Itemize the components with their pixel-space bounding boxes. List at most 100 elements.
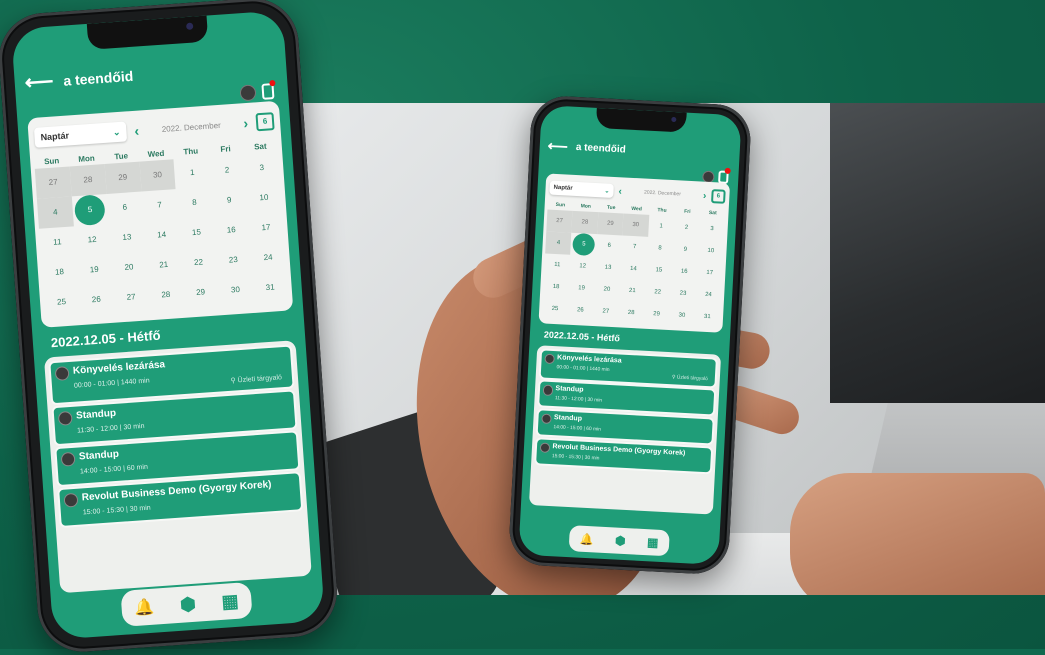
back-arrow-icon[interactable]: ⟵ [24, 68, 54, 95]
day-of-week-label: Mon [77, 153, 95, 164]
calendar-day[interactable]: 6 [106, 192, 143, 224]
calendar-day[interactable]: 27 [113, 281, 150, 313]
calendar-day[interactable]: 4 [545, 231, 572, 255]
bottom-nav: 🔔 ⬢ ▦ [120, 581, 253, 627]
calendar-day[interactable]: 30 [669, 304, 696, 327]
next-month-icon[interactable]: › [703, 190, 707, 201]
calendar-day[interactable]: 23 [215, 244, 252, 276]
calendar-day[interactable]: 30 [217, 274, 254, 306]
calendar-day[interactable]: 22 [180, 247, 217, 279]
prev-month-icon[interactable]: ‹ [618, 186, 622, 197]
calendar-day[interactable]: 18 [543, 275, 570, 298]
calendar-day[interactable]: 24 [250, 242, 287, 274]
calendar-day[interactable]: 11 [544, 253, 571, 276]
calendar-day[interactable]: 19 [76, 254, 113, 286]
calendar-day[interactable]: 16 [671, 260, 698, 283]
calendar-day[interactable]: 21 [619, 279, 646, 302]
calendar-day[interactable]: 16 [213, 214, 250, 246]
bell-icon[interactable]: 🔔 [580, 532, 594, 546]
calendar-day[interactable]: 23 [670, 282, 697, 305]
calendar-grid: 27 28 29 30 1 2 3 4 5 6 7 8 9 10 11 12 13 14 15 16 17 18 19 20 2… [539, 209, 729, 328]
calendar-day[interactable]: 17 [248, 212, 285, 244]
view-select[interactable]: Naptár ⌄ [33, 121, 128, 148]
calendar-day[interactable]: 29 [104, 161, 142, 194]
calendar-day[interactable]: 28 [618, 301, 645, 324]
calendar-day[interactable]: 14 [143, 219, 180, 251]
calendar-day[interactable]: 9 [672, 238, 699, 261]
notification-icon[interactable] [261, 83, 275, 100]
next-month-icon[interactable]: › [243, 115, 249, 131]
calendar-day[interactable]: 12 [74, 224, 111, 256]
calendar-day[interactable]: 28 [69, 164, 107, 197]
calendar-day[interactable]: 20 [594, 278, 621, 301]
calendar-day[interactable]: 1 [174, 157, 211, 189]
calendar-day[interactable]: 7 [141, 189, 178, 221]
calendar-day[interactable]: 22 [644, 281, 671, 304]
view-select[interactable]: Naptár ⌄ [549, 180, 614, 198]
calendar-day[interactable]: 21 [145, 249, 182, 281]
calendar-day[interactable]: 26 [78, 284, 115, 316]
back-arrow-icon[interactable]: ⟵ [547, 137, 568, 155]
home-icon[interactable]: ⬢ [179, 593, 196, 615]
calendar-day[interactable]: 10 [698, 239, 725, 262]
calendar-day[interactable]: 29 [182, 276, 219, 308]
calendar-day[interactable]: 24 [695, 283, 722, 306]
calendar-day[interactable]: 26 [567, 299, 594, 322]
calendar-day[interactable]: 2 [209, 154, 246, 186]
calendar-day[interactable]: 17 [696, 261, 723, 284]
calendar-day[interactable]: 5 [572, 232, 596, 257]
calendar-icon[interactable]: 6 [711, 189, 726, 204]
calendar-day[interactable]: 28 [571, 210, 599, 235]
calendar-day[interactable]: 15 [646, 259, 673, 282]
calendar-icon[interactable]: 6 [255, 112, 275, 132]
calendar-day[interactable]: 8 [647, 237, 674, 260]
calendar-day[interactable]: 11 [39, 226, 76, 258]
day-of-week-label: Tue [114, 151, 129, 162]
calendar-day[interactable]: 30 [622, 213, 650, 237]
notch [86, 15, 209, 50]
calendar-day[interactable]: 7 [621, 235, 648, 258]
top-icons [239, 83, 275, 102]
calendar-day[interactable]: 8 [176, 187, 213, 219]
prev-month-icon[interactable]: ‹ [134, 123, 140, 139]
calendar-day[interactable]: 31 [252, 272, 289, 304]
calendar-day[interactable]: 3 [243, 152, 280, 184]
grid-icon[interactable]: ▦ [647, 535, 659, 550]
calendar-day[interactable]: 10 [246, 182, 283, 214]
calendar-day[interactable]: 29 [597, 212, 624, 236]
calendar-day[interactable]: 18 [41, 256, 78, 288]
grid-icon[interactable]: ▦ [221, 590, 239, 612]
camera-icon [671, 116, 677, 123]
home-icon[interactable]: ⬢ [615, 534, 626, 549]
calendar-day[interactable]: 27 [546, 209, 573, 233]
event-avatar-icon [542, 384, 554, 396]
calendar-day[interactable]: 13 [595, 256, 622, 279]
calendar-day[interactable]: 19 [568, 277, 595, 300]
calendar-day[interactable]: 25 [542, 297, 569, 320]
calendar-day[interactable]: 13 [109, 221, 146, 253]
calendar-day[interactable]: 5 [74, 194, 107, 227]
calendar-day[interactable]: 31 [694, 305, 721, 328]
right-hand [790, 473, 1045, 595]
calendar-day[interactable]: 14 [620, 257, 647, 280]
month-label: 2022. December [161, 120, 222, 134]
calendar-day[interactable]: 29 [643, 303, 670, 326]
calendar-day[interactable]: 2 [673, 216, 700, 239]
calendar-day[interactable]: 15 [178, 217, 215, 249]
event-avatar-icon [63, 492, 79, 508]
calendar-day[interactable]: 28 [147, 279, 184, 311]
calendar-day[interactable]: 3 [699, 217, 726, 240]
calendar-day[interactable]: 27 [34, 166, 72, 199]
calendar-day[interactable]: 9 [211, 184, 248, 216]
calendar-day[interactable]: 12 [569, 255, 596, 278]
calendar-day[interactable]: 27 [592, 300, 619, 323]
calendar-day[interactable]: 20 [111, 251, 148, 283]
calendar: Naptár ⌄ ‹ 2022. December › 6 Sun Mon Tue W… [538, 173, 731, 333]
bell-icon[interactable]: 🔔 [134, 597, 155, 618]
calendar-day[interactable]: 25 [43, 286, 80, 318]
calendar-day[interactable]: 30 [139, 159, 176, 192]
avatar-icon[interactable] [239, 84, 257, 102]
calendar-day[interactable]: 1 [648, 215, 675, 238]
calendar-day[interactable]: 6 [596, 234, 623, 257]
calendar-day[interactable]: 4 [36, 196, 74, 229]
